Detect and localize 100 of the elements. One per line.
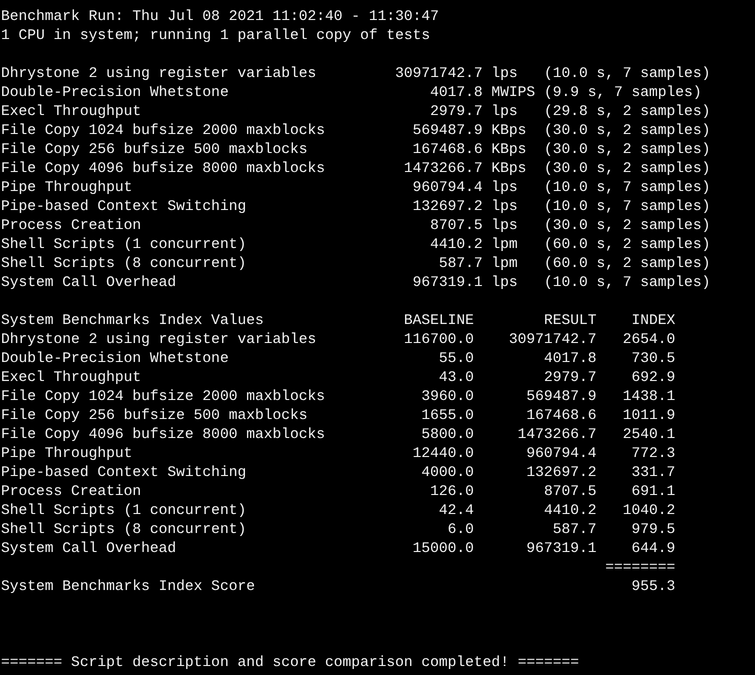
test-value: 967319.1 <box>412 274 483 293</box>
test-name: Execl Throughput <box>1 103 142 122</box>
test-detail: (60.0 s, 2 samples) <box>544 236 710 255</box>
terminal-line: 1 CPU in system; running 1 parallel copy of tests <box>1 27 430 46</box>
test-unit: lps <box>491 198 519 217</box>
table-cell-text: 15000.0 <box>412 540 474 559</box>
terminal-line: ======= Script description and score comparison completed! ======= <box>1 654 580 673</box>
table-cell-text: Double-Precision Whetstone <box>1 350 230 369</box>
table-cell-text: 55.0 <box>438 350 474 369</box>
test-unit: KBps <box>491 122 528 141</box>
table-cell-text: 692.9 <box>630 369 676 388</box>
table-cell-text: 2540.1 <box>622 426 676 445</box>
test-name: Double-Precision Whetstone <box>1 84 230 103</box>
table-cell-text: Dhrystone 2 using register variables <box>1 331 318 350</box>
table-cell-text: 331.7 <box>630 464 676 483</box>
table-cell-text: 3960.0 <box>420 388 474 407</box>
table-cell-text: Pipe Throughput <box>1 445 134 464</box>
test-value: 587.7 <box>438 255 483 274</box>
test-name: Shell Scripts (1 concurrent) <box>1 236 248 255</box>
table-cell-text: 126.0 <box>429 483 474 502</box>
test-unit: lps <box>491 65 519 84</box>
table-cell-text: 43.0 <box>438 369 474 388</box>
test-name: File Copy 1024 bufsize 2000 maxblocks <box>1 122 326 141</box>
table-cell-text: 569487.9 <box>525 388 596 407</box>
table-cell-text: 2979.7 <box>542 369 596 388</box>
table-cell-text: Pipe-based Context Switching <box>1 464 248 483</box>
table-cell-text: System Call Overhead <box>1 540 178 559</box>
test-unit: MWIPS <box>491 84 536 103</box>
test-value: 8707.5 <box>429 217 483 236</box>
separator-line: ======== <box>604 559 676 578</box>
score-value: 955.3 <box>630 578 676 597</box>
test-value: 132697.2 <box>412 198 483 217</box>
table-cell-text: 587.7 <box>552 521 596 540</box>
column-header: RESULT <box>542 312 596 331</box>
test-unit: lps <box>491 217 519 236</box>
table-cell-text: File Copy 256 bufsize 500 maxblocks <box>1 407 309 426</box>
score-label: System Benchmarks Index Score <box>1 578 256 597</box>
test-value: 1473266.7 <box>402 160 483 179</box>
test-detail: (9.9 s, 7 samples) <box>544 84 702 103</box>
test-unit: lps <box>491 103 519 122</box>
table-cell-text: File Copy 1024 bufsize 2000 maxblocks <box>1 388 326 407</box>
test-unit: lps <box>491 179 519 198</box>
table-cell-text: File Copy 4096 bufsize 8000 maxblocks <box>1 426 326 445</box>
test-unit: lpm <box>491 236 519 255</box>
test-detail: (29.8 s, 2 samples) <box>544 103 710 122</box>
table-cell-text: Shell Scripts (1 concurrent) <box>1 502 248 521</box>
test-detail: (10.0 s, 7 samples) <box>544 274 710 293</box>
test-name: System Call Overhead <box>1 274 178 293</box>
table-cell-text: 730.5 <box>630 350 676 369</box>
table-cell-text: 42.4 <box>438 502 474 521</box>
table-cell-text: 12440.0 <box>412 445 474 464</box>
table-cell-text: 979.5 <box>630 521 676 540</box>
table-cell-text: 116700.0 <box>402 331 474 350</box>
test-name: Pipe Throughput <box>1 179 134 198</box>
test-detail: (10.0 s, 7 samples) <box>544 179 710 198</box>
test-detail: (30.0 s, 2 samples) <box>544 122 710 141</box>
table-cell-text: 5800.0 <box>420 426 474 445</box>
test-detail: (30.0 s, 2 samples) <box>544 217 710 236</box>
test-name: Process Creation <box>1 217 142 236</box>
test-unit: lps <box>491 274 519 293</box>
table-cell-text: 960794.4 <box>525 445 596 464</box>
table-cell-text: 1438.1 <box>622 388 676 407</box>
table-cell-text: 4410.2 <box>542 502 596 521</box>
table-cell-text: 1473266.7 <box>516 426 596 445</box>
test-value: 167468.6 <box>412 141 483 160</box>
test-value: 4410.2 <box>429 236 483 255</box>
table-cell-text: 1011.9 <box>622 407 676 426</box>
test-name: File Copy 256 bufsize 500 maxblocks <box>1 141 309 160</box>
test-detail: (30.0 s, 2 samples) <box>544 160 710 179</box>
test-detail: (10.0 s, 7 samples) <box>544 198 710 217</box>
table-cell-text: 30971742.7 <box>508 331 596 350</box>
table-cell-text: 4017.8 <box>542 350 596 369</box>
table-cell-text: Shell Scripts (8 concurrent) <box>1 521 248 540</box>
terminal-line: Benchmark Run: Thu Jul 08 2021 11:02:40 - 11:30:47 <box>1 8 439 27</box>
table-cell-text: Process Creation <box>1 483 142 502</box>
table-cell-text: 691.1 <box>630 483 676 502</box>
table-cell-text: 4000.0 <box>420 464 474 483</box>
column-header: INDEX <box>630 312 676 331</box>
test-unit: KBps <box>491 160 528 179</box>
table-cell-text: 772.3 <box>630 445 676 464</box>
test-detail: (10.0 s, 7 samples) <box>544 65 710 84</box>
test-name: Dhrystone 2 using register variables <box>1 65 318 84</box>
test-name: Shell Scripts (8 concurrent) <box>1 255 248 274</box>
test-unit: KBps <box>491 141 528 160</box>
table-cell-text: 1655.0 <box>420 407 474 426</box>
table-cell-text: 6.0 <box>446 521 474 540</box>
test-unit: lpm <box>491 255 519 274</box>
test-value: 569487.9 <box>412 122 483 141</box>
table-cell-text: Execl Throughput <box>1 369 142 388</box>
column-header: System Benchmarks Index Values <box>1 312 265 331</box>
test-value: 960794.4 <box>412 179 483 198</box>
table-cell-text: 167468.6 <box>525 407 596 426</box>
test-name: File Copy 4096 bufsize 8000 maxblocks <box>1 160 326 179</box>
test-detail: (60.0 s, 2 samples) <box>544 255 710 274</box>
test-value: 30971742.7 <box>394 65 483 84</box>
table-cell-text: 967319.1 <box>525 540 596 559</box>
table-cell-text: 132697.2 <box>525 464 596 483</box>
table-cell-text: 8707.5 <box>542 483 596 502</box>
test-detail: (30.0 s, 2 samples) <box>544 141 710 160</box>
table-cell-text: 1040.2 <box>622 502 676 521</box>
